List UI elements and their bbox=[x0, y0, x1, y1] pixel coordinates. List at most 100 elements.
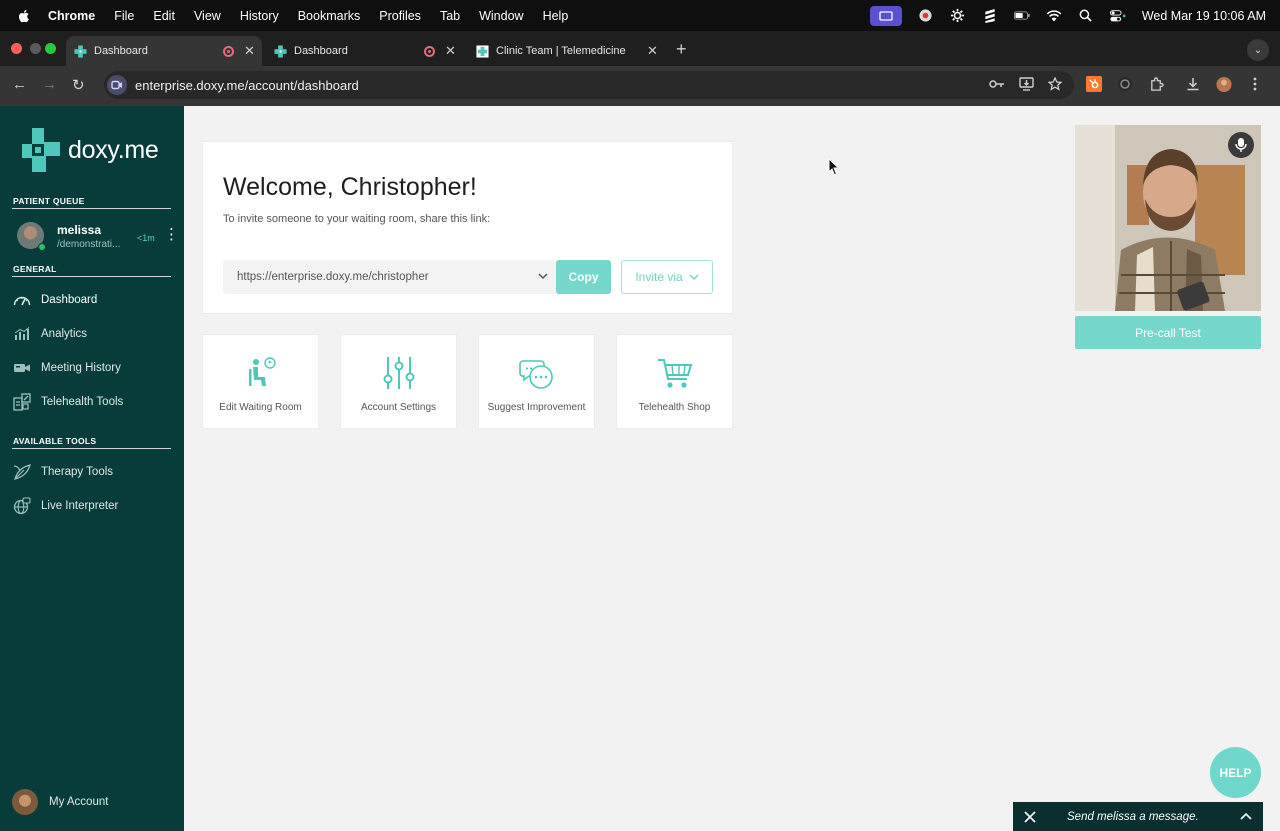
menu-app-name[interactable]: Chrome bbox=[48, 9, 95, 23]
menu-edit[interactable]: Edit bbox=[153, 9, 175, 23]
profile-avatar-icon[interactable] bbox=[1216, 76, 1232, 92]
install-app-icon[interactable] bbox=[1018, 76, 1034, 92]
more-options-icon[interactable]: ⋮ bbox=[164, 227, 179, 242]
doxy-logo-icon bbox=[22, 128, 60, 172]
back-icon[interactable]: ← bbox=[12, 76, 27, 93]
menu-window[interactable]: Window bbox=[479, 9, 523, 23]
doxy-logo[interactable]: doxy.me bbox=[22, 128, 159, 172]
address-bar[interactable]: enterprise.doxy.me/account/dashboard bbox=[104, 71, 1074, 99]
hubspot-extension-icon[interactable] bbox=[1086, 76, 1102, 92]
menu-bookmarks[interactable]: Bookmarks bbox=[298, 9, 361, 23]
my-account-link[interactable]: My Account bbox=[0, 788, 184, 816]
menu-history[interactable]: History bbox=[240, 9, 279, 23]
tab-close-icon[interactable]: ✕ bbox=[445, 43, 456, 59]
tile-telehealth-shop[interactable]: Telehealth Shop bbox=[616, 334, 733, 429]
queue-item-melissa[interactable]: melissa /demonstrati... <1m ⋮ bbox=[0, 216, 184, 252]
window-zoom-icon[interactable] bbox=[45, 43, 56, 54]
available-tools-label: AVAILABLE TOOLS bbox=[13, 436, 97, 446]
self-video-preview bbox=[1075, 125, 1261, 311]
tile-edit-waiting-room[interactable]: Edit Waiting Room bbox=[202, 334, 319, 429]
pre-call-test-button[interactable]: Pre-call Test bbox=[1075, 316, 1261, 349]
chat-message-bar[interactable]: Send melissa a message. bbox=[1013, 802, 1263, 831]
wifi-icon[interactable] bbox=[1046, 8, 1062, 24]
online-status-icon bbox=[38, 243, 46, 251]
screen-share-icon[interactable] bbox=[869, 5, 902, 26]
welcome-card: Welcome, Christopher! To invite someone … bbox=[202, 141, 733, 314]
stack-icon[interactable] bbox=[982, 8, 998, 24]
gear-icon[interactable] bbox=[950, 8, 966, 24]
tab-close-icon[interactable]: ✕ bbox=[647, 43, 658, 59]
patient-wait-time: <1m bbox=[137, 233, 155, 243]
battery-icon[interactable] bbox=[1013, 8, 1030, 24]
sidebar-item-telehealth-tools[interactable]: Telehealth Tools bbox=[0, 390, 184, 414]
sidebar-item-meeting-history[interactable]: Meeting History bbox=[0, 356, 184, 380]
chevron-down-icon bbox=[689, 274, 699, 281]
section-divider bbox=[12, 448, 171, 449]
tile-label: Suggest Improvement bbox=[487, 402, 586, 413]
sidebar-item-analytics[interactable]: Analytics bbox=[0, 322, 184, 346]
reload-icon[interactable]: ↻ bbox=[72, 76, 85, 94]
circle-extension-icon[interactable] bbox=[1117, 76, 1133, 92]
sidebar-item-dashboard[interactable]: Dashboard bbox=[0, 288, 184, 312]
bookmark-star-icon[interactable] bbox=[1047, 76, 1063, 92]
sidebar-item-live-interpreter[interactable]: Live Interpreter bbox=[0, 494, 184, 518]
apple-icon[interactable] bbox=[16, 8, 32, 24]
chat-placeholder: Send melissa a message. bbox=[1067, 810, 1199, 823]
tab-clinic-team[interactable]: Clinic Team | Telemedicine ✕ bbox=[468, 36, 664, 66]
section-divider bbox=[12, 276, 171, 277]
mouse-cursor-icon bbox=[828, 158, 840, 176]
copy-link-button[interactable]: Copy bbox=[556, 260, 611, 294]
tab-title: Clinic Team | Telemedicine bbox=[496, 45, 626, 57]
extensions-puzzle-icon[interactable] bbox=[1148, 76, 1164, 92]
window-minimize-icon[interactable] bbox=[30, 43, 41, 54]
sidebar-item-therapy-tools[interactable]: Therapy Tools bbox=[0, 460, 184, 484]
site-info-icon[interactable] bbox=[107, 75, 127, 95]
tab-dashboard[interactable]: Dashboard ✕ bbox=[266, 36, 462, 66]
sidebar-item-label: Telehealth Tools bbox=[41, 396, 124, 408]
sidebar: doxy.me PATIENT QUEUE melissa /demonstra… bbox=[0, 106, 184, 831]
chrome-menu-icon[interactable] bbox=[1247, 76, 1263, 92]
tile-suggest-improvement[interactable]: Suggest Improvement bbox=[478, 334, 595, 429]
doxy-favicon-icon bbox=[476, 44, 489, 58]
tile-account-settings[interactable]: Account Settings bbox=[340, 334, 457, 429]
menu-help[interactable]: Help bbox=[543, 9, 569, 23]
window-close-icon[interactable] bbox=[11, 43, 22, 54]
new-tab-icon[interactable]: + bbox=[676, 39, 687, 60]
tab-search-icon[interactable]: ⌄ bbox=[1247, 39, 1269, 61]
download-icon[interactable] bbox=[1185, 76, 1201, 92]
spotlight-icon[interactable] bbox=[1078, 8, 1094, 24]
recording-indicator-icon bbox=[424, 46, 435, 57]
password-key-icon[interactable] bbox=[989, 76, 1005, 92]
doxy-favicon-icon bbox=[74, 44, 87, 58]
cart-icon bbox=[657, 359, 692, 388]
help-button[interactable]: HELP bbox=[1210, 747, 1261, 798]
camera-icon bbox=[13, 359, 31, 377]
tab-dashboard-active[interactable]: Dashboard ✕ bbox=[66, 36, 262, 66]
patient-queue-label: PATIENT QUEUE bbox=[13, 196, 85, 206]
record-icon[interactable] bbox=[918, 8, 934, 24]
tab-title: Dashboard bbox=[294, 45, 348, 57]
menu-view[interactable]: View bbox=[194, 9, 221, 23]
room-link-select[interactable]: https://enterprise.doxy.me/christopher bbox=[223, 260, 556, 294]
menu-tab[interactable]: Tab bbox=[440, 9, 460, 23]
menu-profiles[interactable]: Profiles bbox=[379, 9, 421, 23]
tab-close-icon[interactable]: ✕ bbox=[244, 43, 255, 59]
close-icon[interactable] bbox=[1023, 810, 1037, 824]
page-title: Welcome, Christopher! bbox=[223, 173, 477, 201]
sliders-icon bbox=[383, 357, 414, 389]
invite-via-button[interactable]: Invite via bbox=[621, 260, 713, 294]
general-label: GENERAL bbox=[13, 264, 57, 274]
sidebar-item-label: Therapy Tools bbox=[41, 466, 114, 478]
logo-text: doxy.me bbox=[68, 135, 159, 164]
omnibox-actions bbox=[989, 76, 1063, 92]
chrome-tab-strip: Dashboard ✕ Dashboard ✕ Clinic Team | Te… bbox=[0, 31, 1280, 66]
recording-indicator-icon bbox=[223, 46, 234, 57]
forward-icon[interactable]: → bbox=[42, 76, 57, 93]
doxy-favicon-icon bbox=[274, 44, 287, 58]
room-link-value: https://enterprise.doxy.me/christopher bbox=[237, 271, 429, 283]
microphone-icon[interactable] bbox=[1228, 132, 1254, 158]
menubar-clock[interactable]: Wed Mar 19 10:06 AM bbox=[1142, 9, 1266, 23]
chevron-up-icon[interactable] bbox=[1239, 810, 1253, 822]
control-center-icon[interactable] bbox=[1109, 8, 1126, 24]
menu-file[interactable]: File bbox=[114, 9, 134, 23]
